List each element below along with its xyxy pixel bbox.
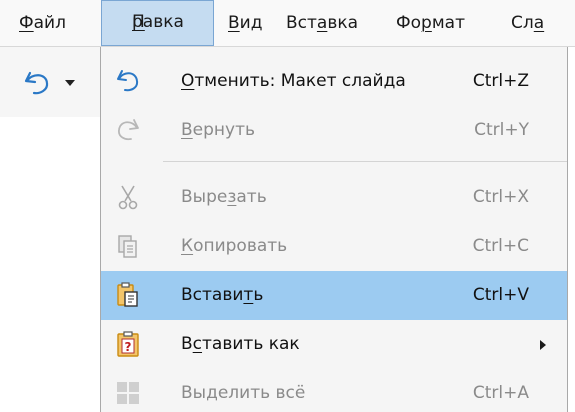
undo-icon[interactable]	[22, 68, 52, 98]
menu-item-paste-mnemonic: т	[243, 285, 254, 305]
menu-view[interactable]: Вид	[228, 0, 262, 46]
menu-item-copy[interactable]: Копировать Ctrl+C	[101, 222, 567, 271]
menu-item-undo-text: тменить: Макет слайда	[194, 71, 406, 91]
menu-item-cut[interactable]: Вырезать Ctrl+X	[101, 173, 567, 222]
menu-view-mnemonic: В	[228, 13, 240, 33]
menu-item-redo-mnemonic: В	[181, 120, 193, 140]
toolbar	[0, 47, 102, 117]
menu-item-undo-label: Отменить: Макет слайда	[181, 57, 406, 106]
menu-bar: Файл Правка Вид Вставка Формат Сла	[0, 0, 575, 47]
menu-insert-mnemonic: а	[316, 13, 328, 33]
menu-format-label-post: мат	[431, 13, 465, 33]
menu-view-label: ид	[239, 13, 263, 33]
menu-item-select-all-shortcut: Ctrl+A	[472, 383, 529, 403]
menu-format[interactable]: Формат	[396, 0, 465, 46]
menu-item-paste-text-post: ь	[253, 285, 264, 305]
menu-item-copy-label: Копировать	[181, 222, 287, 271]
edit-menu-dropdown: Отменить: Макет слайда Ctrl+Z Вернуть Ct…	[100, 47, 568, 412]
menu-file-label: айл	[33, 13, 66, 33]
document-area	[0, 117, 100, 412]
menu-item-redo[interactable]: Вернуть Ctrl+Y	[101, 106, 567, 155]
menu-item-paste-special-text-pre: В	[181, 334, 193, 354]
menu-file-mnemonic: Ф	[19, 13, 34, 33]
menu-item-select-all[interactable]: Выделить всё Ctrl+A	[101, 369, 567, 412]
menu-item-cut-text-post: ать	[236, 187, 267, 207]
menu-item-undo-mnemonic: О	[181, 71, 195, 91]
menu-item-paste[interactable]: Вставить Ctrl+V	[101, 271, 567, 320]
paste-icon	[117, 282, 138, 307]
menu-slide-label-pre: Сл	[511, 13, 534, 33]
menu-format-mnemonic: р	[421, 13, 432, 33]
menu-file[interactable]: Файл	[19, 0, 66, 46]
menu-item-redo-label: Вернуть	[181, 106, 255, 155]
menu-item-redo-shortcut: Ctrl+Y	[474, 120, 529, 140]
menu-item-paste-special[interactable]: ? Вставить как	[101, 320, 567, 369]
menu-insert-label-pre: Вст	[286, 13, 317, 33]
menu-item-paste-label: Вставить	[181, 271, 263, 320]
submenu-arrow-icon	[540, 340, 546, 350]
paste-special-icon: ?	[117, 331, 139, 357]
redo-icon	[118, 119, 139, 141]
menu-item-paste-text-pre: Встави	[181, 285, 244, 305]
menu-item-paste-special-label: Вставить как	[181, 320, 300, 369]
svg-text:?: ?	[125, 340, 132, 354]
menu-insert-label-post: вка	[327, 13, 359, 33]
menu-item-cut-shortcut: Ctrl+X	[472, 187, 529, 207]
select-all-icon	[117, 382, 139, 404]
menu-format-label-pre: Фо	[396, 13, 422, 33]
menu-item-paste-special-text-post: тавить как	[202, 334, 300, 354]
chevron-down-icon[interactable]	[64, 76, 76, 88]
undo-icon	[117, 70, 139, 92]
menu-item-cut-text-pre: Выре	[181, 187, 228, 207]
app-window: Файл Правка Вид Вставка Формат Сла Отмен…	[0, 0, 575, 412]
menu-item-cut-label: Вырезать	[181, 173, 267, 222]
menu-edit-label: равка	[132, 12, 184, 32]
menu-item-paste-special-mnemonic: с	[192, 334, 203, 354]
menu-separator	[163, 161, 567, 162]
menu-edit[interactable]: Правка	[101, 0, 214, 46]
menu-item-copy-mnemonic: К	[181, 236, 194, 256]
menu-slide[interactable]: Сла	[511, 0, 544, 46]
menu-slide-mnemonic: а	[533, 13, 545, 33]
scissors-icon	[118, 185, 138, 210]
menu-item-select-all-label: Выделить всё	[181, 383, 306, 403]
menu-item-copy-shortcut: Ctrl+C	[472, 236, 529, 256]
menu-item-undo-shortcut: Ctrl+Z	[472, 71, 529, 91]
menu-insert[interactable]: Вставка	[286, 0, 358, 46]
copy-icon	[118, 235, 137, 258]
menu-item-copy-text: опировать	[193, 236, 288, 256]
menu-item-paste-shortcut: Ctrl+V	[472, 285, 529, 305]
menu-item-redo-text: ернуть	[192, 120, 256, 140]
menu-item-undo[interactable]: Отменить: Макет слайда Ctrl+Z	[101, 57, 567, 106]
